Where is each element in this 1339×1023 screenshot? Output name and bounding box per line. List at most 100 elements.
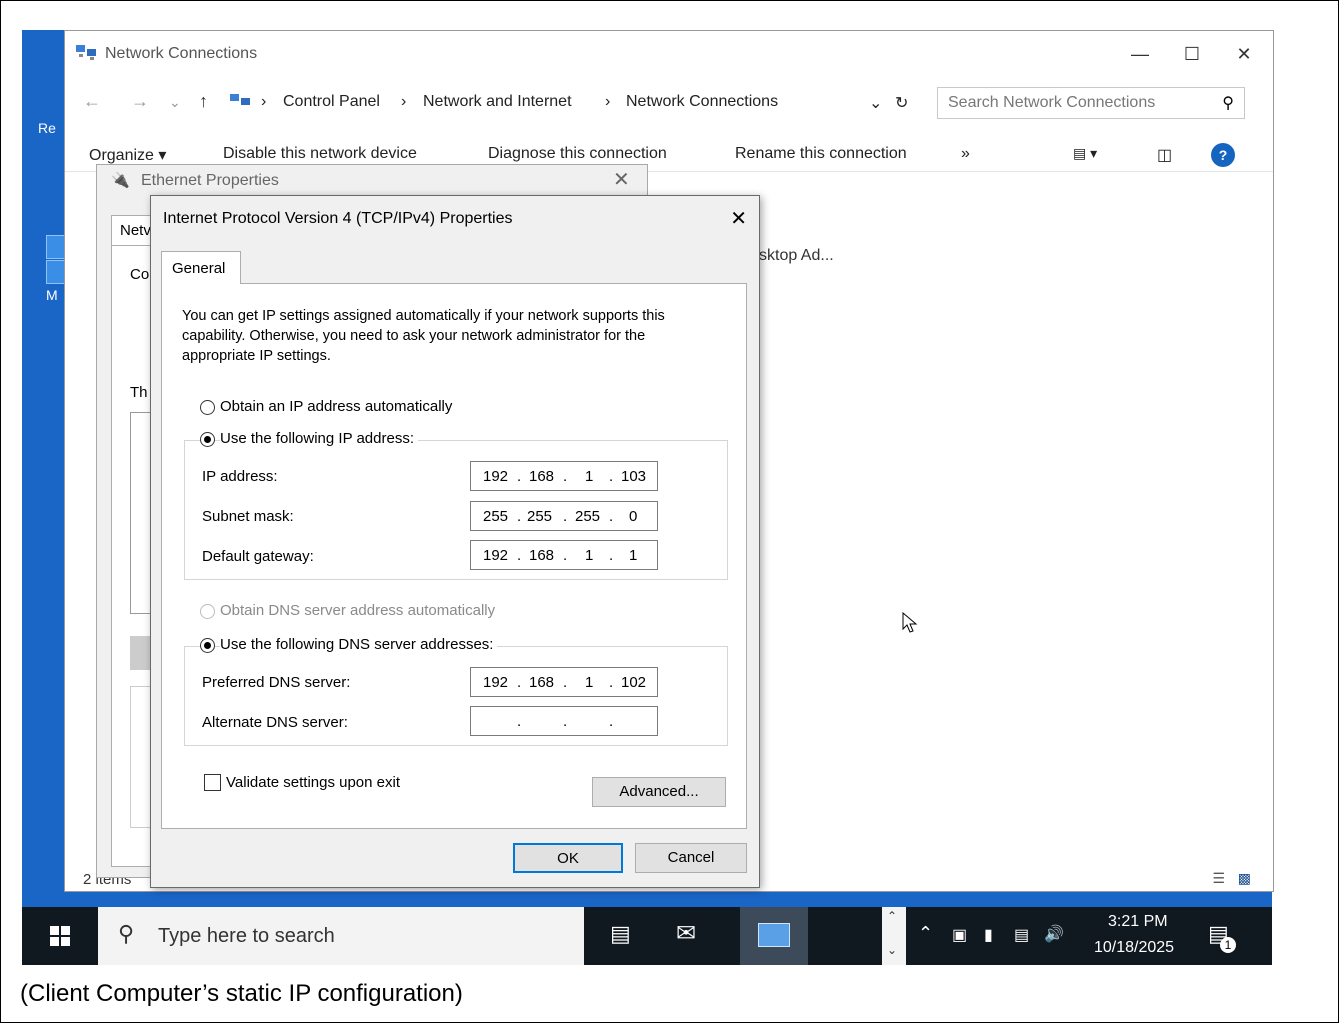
search-box[interactable]: Search Network Connections ⚲ (937, 87, 1245, 119)
ip-octet: 255 (527, 508, 553, 525)
ip-dot: . (563, 674, 568, 691)
ip-address-field[interactable]: 192 . 168 . 1 . 103 (470, 461, 658, 491)
show-hidden-icons-chevron-icon[interactable]: ⌃ (918, 923, 933, 944)
ip-octet: 192 (483, 468, 509, 485)
use-following-dns-radio[interactable] (200, 638, 215, 653)
obtain-dns-auto-label[interactable]: Obtain DNS server address automatically (220, 602, 495, 619)
chevron-down-icon[interactable]: ⌄ (887, 943, 897, 957)
chevron-up-icon[interactable]: ⌃ (887, 909, 897, 923)
items-label-partial: Th (130, 384, 148, 401)
address-bar[interactable]: › Control Panel › Network and Internet ›… (227, 87, 927, 117)
address-dropdown-chevron-icon[interactable]: ⌄ (869, 93, 882, 113)
ip-dot: . (609, 713, 614, 730)
ip-dot: . (517, 547, 522, 564)
ethernet-close-button[interactable]: ✕ (613, 167, 630, 192)
organize-menu[interactable]: Organize ▾ (89, 145, 166, 165)
minimize-button[interactable]: — (1117, 37, 1163, 71)
rename-connection-button[interactable]: Rename this connection (735, 145, 907, 163)
ethernet-tab-label: Netv (120, 222, 151, 239)
adapter-item-label-partial[interactable]: sktop Ad... (759, 247, 834, 265)
network-connections-icon (76, 45, 96, 60)
taskbar-search-box[interactable]: ⚲ Type here to search (98, 907, 584, 965)
ok-button[interactable]: OK (513, 843, 623, 873)
maximize-button[interactable]: ☐ (1169, 37, 1215, 71)
large-icons-view-icon[interactable]: ▩ (1238, 870, 1251, 887)
obtain-dns-auto-radio[interactable] (200, 604, 215, 619)
ip-octet: 168 (529, 468, 555, 485)
disable-network-device-button[interactable]: Disable this network device (223, 145, 417, 163)
default-gateway-field[interactable]: 192 . 168 . 1 . 1 (470, 540, 658, 570)
general-panel: You can get IP settings assigned automat… (161, 283, 747, 829)
alternate-dns-label: Alternate DNS server: (202, 714, 348, 731)
preferred-dns-field[interactable]: 192 . 168 . 1 . 102 (470, 667, 658, 697)
ip-octet: 1 (585, 468, 594, 485)
title-bar: Network Connections — ☐ ✕ (65, 31, 1273, 77)
tab-general-label: General (172, 260, 226, 277)
obtain-ip-auto-radio[interactable] (200, 400, 215, 415)
clock-date[interactable]: 10/18/2025 (1094, 939, 1174, 957)
volume-icon[interactable]: 🔊 (1044, 924, 1064, 944)
taskbar-app-network-connections[interactable] (740, 907, 808, 965)
ip-dot: . (517, 508, 522, 525)
cancel-button[interactable]: Cancel (635, 843, 747, 873)
validate-settings-checkbox[interactable] (204, 774, 221, 791)
ip-dot: . (609, 468, 614, 485)
use-following-ip-label[interactable]: Use the following IP address: (220, 430, 418, 447)
clock-time[interactable]: 3:21 PM (1108, 913, 1168, 931)
mail-icon[interactable]: ✉ (676, 919, 696, 948)
obtain-ip-auto-label[interactable]: Obtain an IP address automatically (220, 398, 452, 415)
taskbar-scroll-control[interactable]: ⌃ ⌄ (882, 907, 906, 965)
ip-octet: 0 (629, 508, 638, 525)
ip-octet: 192 (483, 547, 509, 564)
preview-pane-icon[interactable]: ◫ (1157, 145, 1172, 165)
desktop-label-partial: Re (38, 120, 56, 136)
forward-arrow-icon[interactable]: → (131, 91, 149, 112)
diagnose-connection-button[interactable]: Diagnose this connection (488, 145, 667, 163)
more-commands-button[interactable]: » (961, 145, 970, 163)
description-text: You can get IP settings assigned automat… (182, 308, 665, 364)
ip-octet: 102 (621, 674, 647, 691)
windows-start-icon[interactable] (50, 926, 70, 946)
ip-octet: 1 (585, 674, 594, 691)
mouse-cursor-icon (902, 612, 918, 633)
validate-settings-label[interactable]: Validate settings upon exit (226, 774, 400, 791)
ip-octet: 168 (529, 547, 555, 564)
breadcrumb-control-panel[interactable]: Control Panel (283, 93, 380, 111)
breadcrumb-network-connections[interactable]: Network Connections (626, 93, 778, 111)
details-view-icon[interactable]: ☰ (1212, 870, 1225, 887)
advanced-button[interactable]: Advanced... (592, 777, 726, 807)
recent-locations-chevron-icon[interactable]: ⌄ (169, 94, 181, 111)
connect-using-label-partial: Co (130, 266, 150, 283)
window-title: Network Connections (105, 45, 258, 62)
search-icon: ⚲ (1222, 95, 1234, 112)
back-arrow-icon[interactable]: ← (83, 91, 101, 112)
desktop-label-partial: M (46, 287, 58, 303)
alternate-dns-field[interactable]: . . . (470, 706, 658, 736)
subnet-mask-label: Subnet mask: (202, 508, 294, 525)
figure-caption: (Client Computer’s static IP configurati… (20, 980, 463, 1007)
tab-general[interactable]: General (161, 251, 241, 284)
ethernet-adapter-icon: 🔌 (111, 172, 130, 189)
close-button[interactable]: ✕ (1221, 37, 1267, 71)
meet-now-icon[interactable]: ▣ (952, 925, 967, 945)
ip-octet: 103 (621, 468, 647, 485)
breadcrumb-separator-icon: › (261, 93, 267, 110)
ip-octet: 192 (483, 674, 509, 691)
search-icon: ⚲ (118, 921, 135, 946)
network-icon[interactable]: ▤ (1014, 925, 1029, 945)
help-icon[interactable]: ? (1211, 143, 1235, 167)
subnet-mask-field[interactable]: 255 . 255 . 255 . 0 (470, 501, 658, 531)
ip-address-label: IP address: (202, 468, 278, 485)
breadcrumb-network-and-internet[interactable]: Network and Internet (423, 93, 572, 111)
ip-dot: . (563, 508, 568, 525)
close-icon[interactable]: ✕ (730, 206, 747, 231)
use-following-dns-label[interactable]: Use the following DNS server addresses: (220, 636, 498, 653)
ip-octet: 1 (585, 547, 594, 564)
use-following-ip-radio[interactable] (200, 432, 215, 447)
task-view-icon[interactable]: ▤ (610, 921, 631, 947)
network-connections-icon (230, 94, 250, 105)
up-arrow-icon[interactable]: ↑ (199, 91, 208, 112)
change-view-icon[interactable]: ▤ ▾ (1073, 145, 1097, 162)
refresh-icon[interactable]: ↻ (895, 93, 908, 113)
battery-icon[interactable]: ▮ (984, 925, 993, 945)
